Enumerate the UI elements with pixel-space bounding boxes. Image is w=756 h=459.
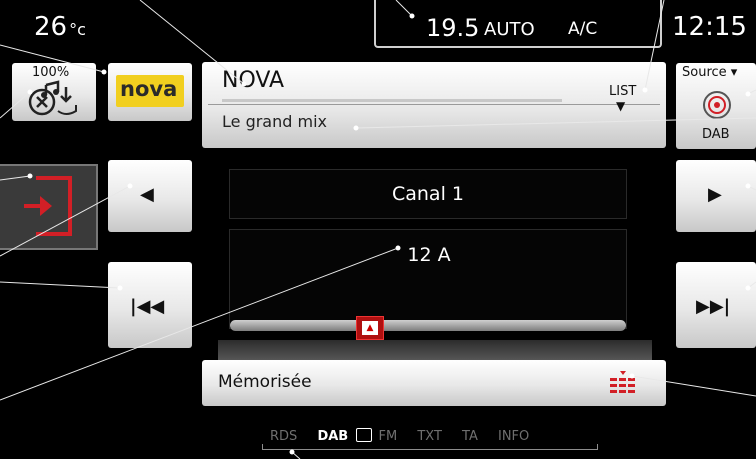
- callout-line: [0, 247, 399, 401]
- callout-line: [631, 375, 756, 397]
- callout-line: [395, 0, 413, 17]
- callout-dot: [27, 173, 33, 179]
- callout-lines: [0, 0, 756, 459]
- callout-dot: [642, 87, 648, 93]
- callout-dot: [117, 285, 123, 291]
- callout-dot: [745, 183, 751, 189]
- callout-line: [644, 0, 665, 91]
- callout-dot: [289, 449, 295, 455]
- callout-dot: [409, 13, 415, 19]
- callout-line: [139, 0, 245, 85]
- callout-line: [0, 91, 31, 119]
- callout-dot: [395, 245, 401, 251]
- callout-dot: [745, 91, 751, 97]
- callout-dot: [353, 125, 359, 131]
- callout-line: [0, 44, 105, 73]
- callout-line: [0, 175, 31, 181]
- callout-dot: [127, 183, 133, 189]
- callout-dot: [241, 81, 247, 87]
- callout-dot: [27, 89, 33, 95]
- callout-line: [0, 185, 131, 257]
- callout-dot: [745, 285, 751, 291]
- callout-dot: [629, 373, 635, 379]
- callout-line: [355, 117, 756, 129]
- callout-line: [0, 281, 121, 289]
- callout-dot: [101, 69, 107, 75]
